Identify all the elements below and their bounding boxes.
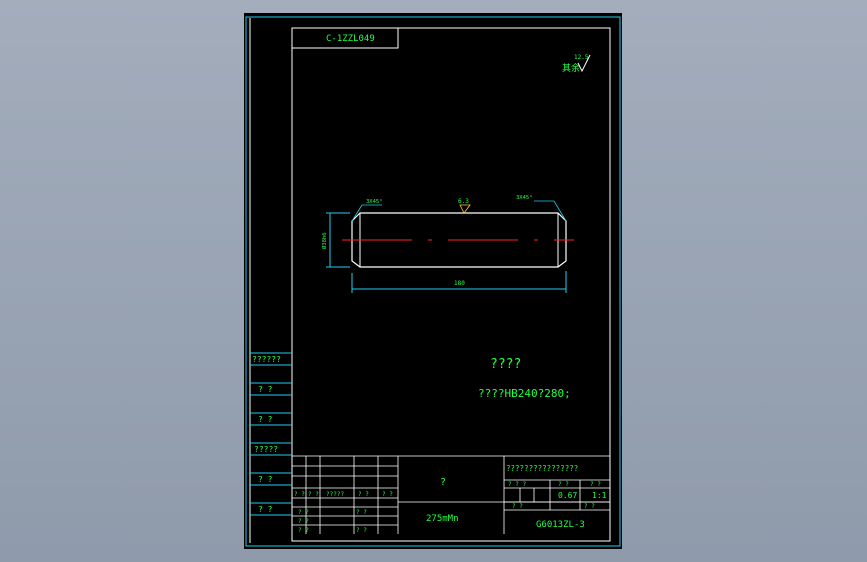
- title-row-a-3: ? ?: [590, 481, 601, 488]
- side-label-5: ? ?: [258, 505, 273, 514]
- chamfer-right-leader: [553, 200, 567, 222]
- side-label-boxes: ?????? ? ? ? ? ????? ? ? ? ?: [250, 352, 292, 516]
- ratio: 1:1: [592, 491, 607, 500]
- surface-finish-label: 其余: [562, 62, 580, 74]
- drawing-sheet: C-1ZZL049 12.5 其余 180 Ø38h6 3X45° 6.3 3X: [244, 13, 622, 549]
- side-label-3: ?????: [254, 445, 278, 454]
- side-label-0: ??????: [252, 355, 281, 364]
- side-label-4: ? ?: [258, 475, 273, 484]
- cad-drawing: C-1ZZL049 12.5 其余 180 Ø38h6 3X45° 6.3 3X: [245, 16, 621, 547]
- rev-row-1-0: ? ?: [298, 518, 309, 525]
- rev-left-3: ? ?: [358, 491, 369, 498]
- rev-row-2-0: ? ?: [298, 527, 309, 534]
- title-row-b-0: ? ?: [512, 503, 523, 510]
- notes-body: ????HB240?280;: [478, 387, 571, 400]
- material: 275mMn: [426, 514, 459, 524]
- roughness-symbol-icon: [459, 204, 471, 214]
- chamfer-left-dim: 3X45°: [366, 199, 383, 205]
- rev-left-0: ? ?: [294, 491, 305, 498]
- shaft-part: [342, 212, 574, 268]
- title-row-a-2: ? ?: [558, 481, 569, 488]
- title-block-text: ? 275mMn ???????????????? ? ? ? ? ? ? ? …: [294, 464, 607, 534]
- chamfer-right-dim: 3X45°: [516, 195, 533, 201]
- side-label-1: ? ?: [258, 385, 273, 394]
- rev-left-1: ? ?: [308, 491, 319, 498]
- diameter-dim: Ø38h6: [321, 232, 328, 249]
- rev-left-2: ?????: [326, 491, 344, 498]
- title-row-a-0: ? ? ?: [508, 481, 526, 488]
- rev-left-4: ? ?: [382, 491, 393, 498]
- roughness-top-value: 6.3: [458, 198, 469, 205]
- drawing-number: G6013ZL-3: [536, 520, 585, 530]
- dimensions: 180 Ø38h6 3X45° 6.3 3X45°: [321, 195, 567, 293]
- notes-title: ????: [490, 357, 521, 372]
- rev-row-2-2: ? ?: [356, 527, 367, 534]
- drawing-code: C-1ZZL049: [326, 34, 375, 44]
- side-label-2: ? ?: [258, 415, 273, 424]
- surface-finish-mark: 12.5 其余: [562, 54, 591, 74]
- scale: 0.67: [558, 491, 577, 500]
- rev-row-0-0: ? ?: [298, 509, 309, 516]
- part-name: ?: [440, 477, 446, 488]
- length-dim: 180: [454, 280, 465, 287]
- company: ????????????????: [506, 464, 578, 473]
- rev-row-0-2: ? ?: [356, 509, 367, 516]
- title-row-b-1: ? ?: [584, 503, 595, 510]
- surface-finish-value: 12.5: [574, 54, 589, 61]
